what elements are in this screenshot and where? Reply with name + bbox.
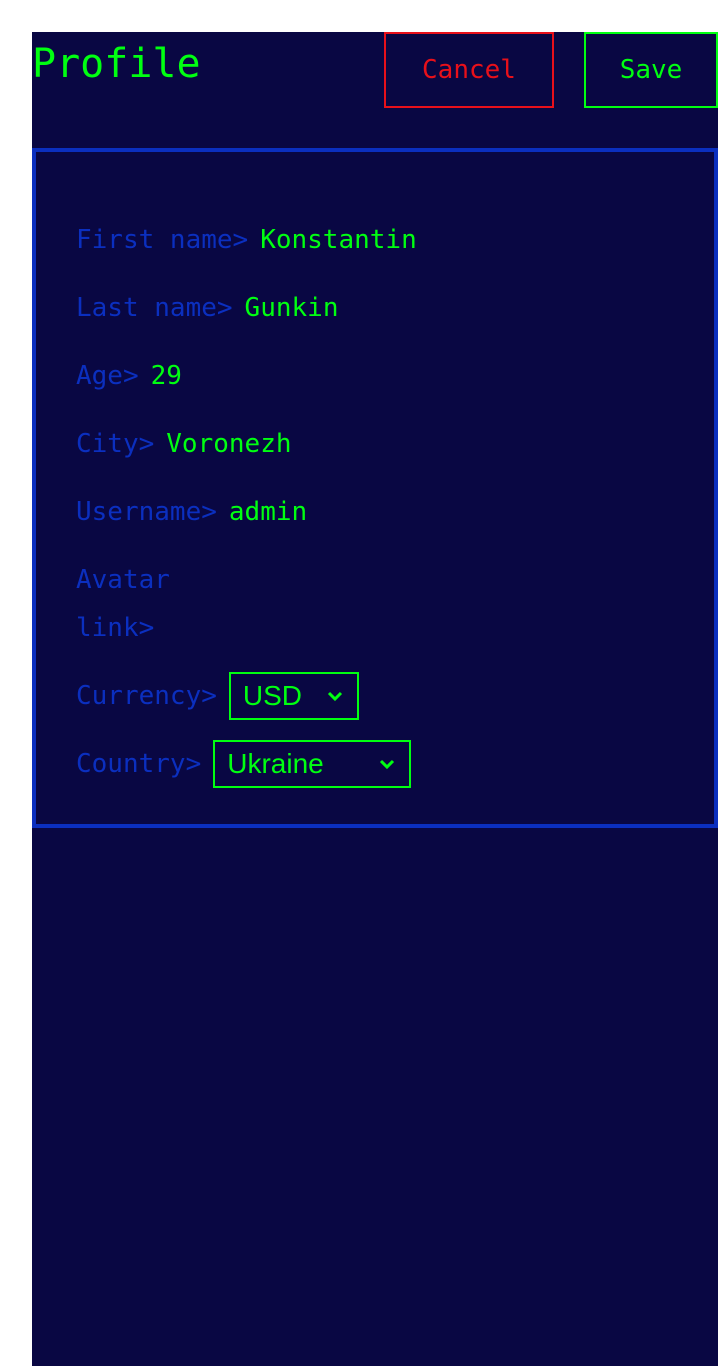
last-name-label: Last name> <box>76 293 233 323</box>
username-input[interactable]: admin <box>229 488 307 536</box>
city-input[interactable]: Voronezh <box>166 420 291 468</box>
city-row: City> Voronezh <box>76 420 292 468</box>
age-row: Age> 29 <box>76 352 182 400</box>
save-button[interactable]: Save <box>584 32 718 108</box>
username-row: Username> admin <box>76 488 307 536</box>
currency-row: Currency> USD <box>76 672 359 720</box>
city-label: City> <box>76 429 155 459</box>
currency-select[interactable]: USD <box>228 672 359 720</box>
profile-card: First name> Konstantin Last name> Gunkin… <box>32 148 718 828</box>
last-name-row: Last name> Gunkin <box>76 284 338 332</box>
cancel-button[interactable]: Cancel <box>384 32 554 108</box>
first-name-input[interactable]: Konstantin <box>260 216 417 264</box>
chevron-down-icon <box>327 691 342 702</box>
avatar-link-row: Avatar link> <box>76 556 208 652</box>
currency-selected-value: USD <box>242 680 303 711</box>
username-label: Username> <box>76 497 217 527</box>
last-name-input[interactable]: Gunkin <box>245 284 339 332</box>
country-selected-value: Ukraine <box>227 748 324 779</box>
profile-page: Profile Cancel Save First name> Konstant… <box>32 32 718 1366</box>
age-label: Age> <box>76 361 139 391</box>
age-input[interactable]: 29 <box>151 352 182 400</box>
country-label: Country> <box>76 749 202 779</box>
page-title: Profile <box>32 41 201 87</box>
country-row: Country> Ukraine <box>76 740 412 788</box>
currency-label: Currency> <box>76 681 217 711</box>
first-name-row: First name> Konstantin <box>76 216 417 264</box>
chevron-down-icon <box>380 759 395 770</box>
avatar-link-label: Avatar link> <box>76 565 170 643</box>
country-select[interactable]: Ukraine <box>213 740 412 788</box>
first-name-label: First name> <box>76 225 249 255</box>
